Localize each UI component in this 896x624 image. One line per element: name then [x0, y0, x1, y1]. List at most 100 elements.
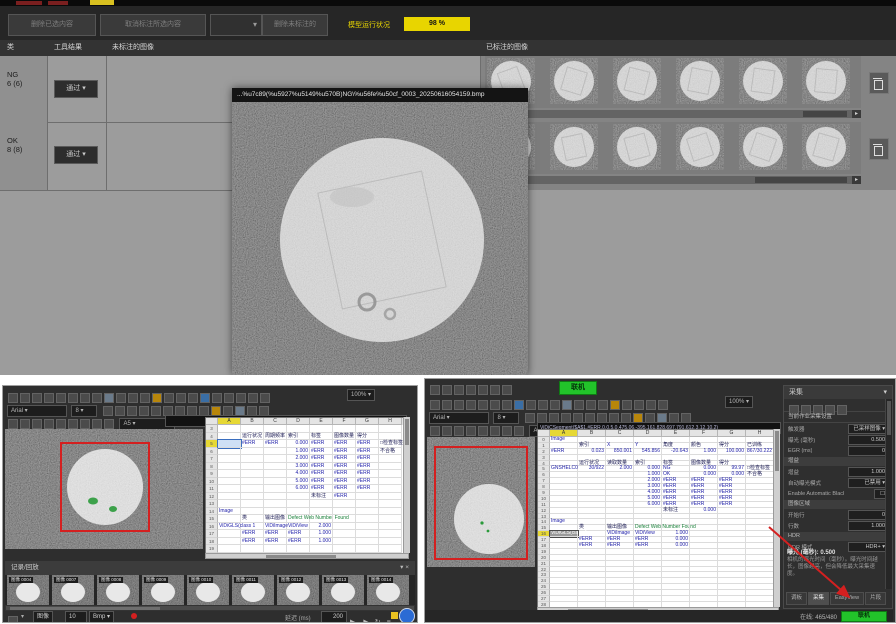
cell-F16[interactable] [333, 523, 356, 531]
row-header-12[interactable]: 12 [206, 493, 218, 501]
cell-D9[interactable]: 4.000 [287, 470, 310, 478]
filmstrip-thumbnail[interactable]: 图像 0009 [142, 575, 184, 605]
cell-F12[interactable]: #ERR [333, 493, 356, 501]
cell-F11[interactable]: #ERR [333, 485, 356, 493]
toolbar-icon[interactable] [104, 419, 114, 429]
row-header-9[interactable]: 9 [206, 470, 218, 478]
labeled-image-thumbnail[interactable] [676, 58, 724, 104]
sheet-hscrollbar[interactable] [205, 553, 409, 559]
cell-D6[interactable]: 1.000 [287, 448, 310, 456]
row-header-18[interactable]: 18 [206, 538, 218, 546]
toolbar-icon[interactable] [20, 419, 30, 429]
cell-C7[interactable] [264, 455, 287, 463]
stepper-control[interactable]: 0 [848, 446, 888, 456]
cell-E12[interactable]: 未标注 [310, 493, 333, 501]
label-dropdown[interactable]: ▾ [210, 14, 262, 36]
ng-strip-scrollbar[interactable]: ▸ [485, 110, 861, 118]
labeled-image-thumbnail[interactable] [739, 58, 787, 104]
cell-E10[interactable]: #ERR [310, 478, 333, 486]
cell-B19[interactable] [241, 545, 264, 553]
play-button[interactable]: ▶ [363, 619, 368, 623]
settings-tab-EasyView[interactable]: EasyView [830, 592, 864, 605]
delete-selected-button[interactable]: 删除已选内容 [8, 14, 96, 36]
cell-F10[interactable]: #ERR [333, 478, 356, 486]
toolbar-icon[interactable] [454, 426, 464, 436]
col-header-B[interactable]: B [578, 430, 606, 437]
filmstrip-thumbnail[interactable]: 图像 0014 [367, 575, 409, 605]
cell-A11[interactable] [218, 485, 241, 493]
row-header-11[interactable]: 11 [206, 485, 218, 493]
toolbar-icon[interactable] [478, 426, 488, 436]
cell-B10[interactable] [241, 478, 264, 486]
row-header-7[interactable]: 7 [206, 455, 218, 463]
toolbar-icon[interactable] [68, 419, 78, 429]
toolbar-icon[interactable] [56, 419, 66, 429]
cell-A6[interactable] [218, 448, 241, 456]
cell-G5[interactable]: #ERR [356, 440, 379, 448]
cell-H10[interactable] [379, 478, 402, 486]
col-header-F[interactable]: F [333, 418, 356, 425]
toolbar-icon[interactable] [514, 426, 524, 436]
toolbar-icon[interactable] [80, 419, 90, 429]
cell-G14[interactable] [356, 508, 379, 516]
cell-D17[interactable]: #ERR [287, 530, 310, 538]
cell-F17[interactable] [333, 530, 356, 538]
cell-B7[interactable] [241, 455, 264, 463]
cell-E16[interactable]: 2.000 [310, 523, 333, 531]
col-header-G[interactable]: G [718, 430, 746, 437]
toolbar-icon[interactable] [466, 426, 476, 436]
cell-F9[interactable]: #ERR [333, 470, 356, 478]
cell-F8[interactable]: #ERR [333, 463, 356, 471]
cell-E15[interactable] [310, 515, 333, 523]
cell-D19[interactable] [287, 545, 310, 553]
row-header-10[interactable]: 10 [206, 478, 218, 486]
cell-A16[interactable]: ViDiGLS(class 1 [218, 523, 241, 531]
cell-F6[interactable]: #ERR [333, 448, 356, 456]
cell-B4[interactable]: 运行状况 [241, 433, 264, 441]
delete-unlabeled-button[interactable]: 删除未标注的 [262, 14, 328, 36]
col-header-G[interactable]: G [356, 418, 379, 425]
cell-H17[interactable] [379, 530, 402, 538]
playback-panel-titlebar[interactable]: 记录/回放 ▾ × [5, 561, 415, 575]
settings-section-图像区域[interactable]: 图像区域▾ [784, 500, 892, 509]
cell-A13[interactable] [218, 500, 241, 508]
settings-tab-片段[interactable]: 片段 [865, 592, 886, 605]
toolbar-icon[interactable] [32, 419, 42, 429]
row-header-14[interactable]: 14 [206, 508, 218, 516]
filmstrip-thumbnail[interactable]: 图像 0004 [7, 575, 49, 605]
zoom-dropdown[interactable]: 100% ▾ [725, 396, 753, 408]
cell-H16[interactable] [379, 523, 402, 531]
toolbar-icon[interactable] [502, 426, 512, 436]
row-header-5[interactable]: 5 [206, 440, 218, 448]
toolbar-icon[interactable] [837, 405, 847, 415]
cell-G6[interactable]: #ERR [356, 448, 379, 456]
sheet-corner[interactable] [538, 430, 550, 437]
cell-H11[interactable] [379, 485, 402, 493]
cell-C3[interactable] [264, 425, 287, 433]
cell-E19[interactable] [310, 545, 333, 553]
cell-D18[interactable]: #ERR [287, 538, 310, 546]
col-header-C[interactable]: C [264, 418, 287, 425]
cell-C15[interactable]: 输出图像 [264, 515, 287, 523]
toolbar-icon[interactable] [478, 385, 488, 395]
cell-H18[interactable] [379, 538, 402, 546]
select-control[interactable]: 已禁用 ▾ [848, 478, 888, 488]
open-folder-icon[interactable] [8, 616, 18, 623]
cell-E6[interactable]: #ERR [310, 448, 333, 456]
labeled-image-thumbnail[interactable] [802, 124, 850, 170]
cell-G13[interactable] [356, 500, 379, 508]
col-header-H[interactable]: H [746, 430, 774, 437]
unlabel-selected-button[interactable]: 取消标注所选内容 [100, 14, 206, 36]
cell-F13[interactable] [333, 500, 356, 508]
cell-E13[interactable] [310, 500, 333, 508]
cell-G19[interactable] [356, 545, 379, 553]
settings-scrollbar[interactable] [885, 399, 892, 589]
settings-section-HDR[interactable]: HDR▾ [784, 532, 892, 541]
labeled-image-thumbnail[interactable] [613, 58, 661, 104]
cell-E7[interactable]: #ERR [310, 455, 333, 463]
labeled-image-thumbnail[interactable] [802, 58, 850, 104]
cell-C13[interactable] [264, 500, 287, 508]
toolbar-icon[interactable] [442, 385, 452, 395]
col-header-B[interactable]: B [241, 418, 264, 425]
cell-D16[interactable]: ViDiView [287, 523, 310, 531]
